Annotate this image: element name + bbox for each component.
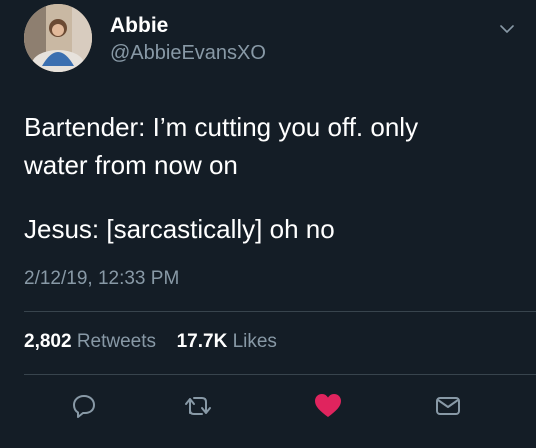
retweets-label: Retweets bbox=[76, 331, 157, 352]
reply-button[interactable] bbox=[70, 392, 98, 420]
user-handle[interactable]: @AbbieEvansXO bbox=[110, 42, 266, 65]
chevron-down-icon[interactable] bbox=[500, 24, 514, 34]
like-button[interactable] bbox=[314, 392, 342, 420]
retweet-button[interactable] bbox=[184, 392, 212, 420]
likes-label: Likes bbox=[232, 331, 277, 352]
retweets-count: 2,802 bbox=[24, 331, 72, 352]
retweets-stat[interactable]: 2,802 Retweets bbox=[24, 331, 161, 352]
mail-icon bbox=[436, 397, 460, 415]
retweet-icon bbox=[185, 397, 211, 415]
tweet-line: water from now on bbox=[24, 150, 238, 180]
display-name[interactable]: Abbie bbox=[110, 14, 168, 38]
avatar[interactable] bbox=[24, 4, 92, 72]
tweet-text: Bartender: I’m cutting you off. only wat… bbox=[24, 108, 504, 248]
share-button[interactable] bbox=[434, 392, 462, 420]
divider bbox=[24, 374, 536, 375]
divider bbox=[24, 311, 536, 312]
avatar-photo bbox=[24, 4, 92, 72]
tweet-stats: 2,802 Retweets 17.7K Likes bbox=[24, 331, 277, 353]
reply-icon bbox=[73, 395, 95, 418]
tweet-line: Jesus: [sarcastically] oh no bbox=[24, 214, 335, 244]
likes-stat[interactable]: 17.7K Likes bbox=[177, 331, 277, 352]
tweet-line: Bartender: I’m cutting you off. only bbox=[24, 112, 419, 142]
heart-icon bbox=[315, 394, 341, 417]
tweet-timestamp[interactable]: 2/12/19, 12:33 PM bbox=[24, 268, 179, 290]
likes-count: 17.7K bbox=[176, 331, 228, 352]
